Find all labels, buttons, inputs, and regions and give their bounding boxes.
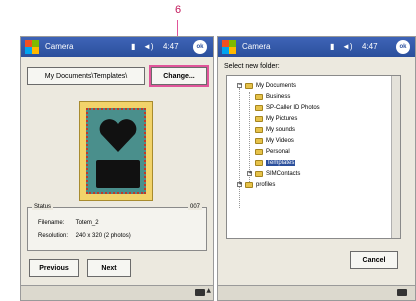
- tree-item-label: Personal: [266, 148, 290, 155]
- tree-item-simcontacts[interactable]: SIMContacts: [255, 169, 300, 178]
- resolution-label: Resolution:: [38, 233, 69, 239]
- signal-icon[interactable]: ▮: [131, 42, 135, 51]
- cancel-button[interactable]: Cancel: [350, 251, 398, 269]
- device-screen-left: Camera ▮ ◄) 4:47 ok My Documents\Templat…: [20, 36, 214, 301]
- tree-line: [239, 88, 240, 208]
- filename-label: Filename:: [38, 220, 65, 226]
- photo-slot: [96, 160, 140, 188]
- clock-icon[interactable]: 4:47: [362, 42, 378, 51]
- ok-button[interactable]: ok: [396, 40, 410, 54]
- status-legend: Status: [32, 204, 54, 210]
- next-button[interactable]: Next: [87, 259, 131, 277]
- windows-start-icon[interactable]: [25, 40, 39, 54]
- windows-start-icon[interactable]: [222, 40, 236, 54]
- signal-icon[interactable]: ▮: [330, 42, 334, 51]
- folder-icon: [245, 181, 253, 188]
- heart-shape-icon: [99, 119, 137, 152]
- volume-icon[interactable]: ◄): [342, 42, 353, 51]
- app-title: Camera: [45, 42, 74, 51]
- resolution-row: Resolution: 240 x 320 (2 photos): [38, 233, 131, 239]
- tree-item-business[interactable]: Business: [255, 92, 290, 101]
- tree-item-profiles[interactable]: profiles: [245, 180, 275, 189]
- folder-icon: [255, 159, 263, 166]
- title-bar: Camera ▮ ◄) 4:47 ok: [21, 37, 213, 57]
- folder-tree[interactable]: − My Documents Business SP-Caller ID Pho…: [226, 75, 401, 239]
- tree-item-label: My Documents: [256, 82, 297, 89]
- tree-item-my-sounds[interactable]: My sounds: [255, 125, 295, 134]
- keyboard-icon[interactable]: [397, 289, 407, 296]
- tree-scrollbar[interactable]: [391, 76, 400, 238]
- callout-number: 6: [174, 4, 182, 16]
- folder-icon: [245, 82, 253, 89]
- tree-item-templates[interactable]: Templates: [255, 158, 296, 167]
- collapse-icon[interactable]: −: [237, 83, 242, 88]
- select-folder-prompt: Select new folder:: [224, 63, 280, 70]
- tree-item-my-videos[interactable]: My Videos: [255, 136, 294, 145]
- title-bar: Camera ▮ ◄) 4:47 ok: [218, 37, 415, 57]
- ok-button[interactable]: ok: [193, 40, 207, 54]
- app-title: Camera: [242, 42, 271, 51]
- filename-row: Filename: Totem_2: [38, 220, 99, 226]
- folder-icon: [255, 148, 263, 155]
- tree-item-caller-id-photos[interactable]: SP-Caller ID Photos: [255, 103, 320, 112]
- tree-item-label-selected: Templates: [266, 159, 296, 166]
- tree-item-label: SIMContacts: [266, 170, 301, 177]
- menu-bar: ▲: [21, 285, 213, 300]
- clock-icon[interactable]: 4:47: [163, 42, 179, 51]
- folder-icon: [255, 170, 263, 177]
- tree-item-label: profiles: [256, 181, 276, 188]
- expand-icon[interactable]: +: [247, 171, 252, 176]
- status-count: 007: [187, 204, 202, 210]
- status-panel: Status 007 Filename: Totem_2 Resolution:…: [27, 204, 207, 251]
- filename-value: Totem_2: [75, 220, 99, 226]
- folder-icon: [255, 126, 263, 133]
- tree-item-label: SP-Caller ID Photos: [266, 104, 320, 111]
- tree-item-label: Business: [266, 93, 291, 100]
- template-preview: [79, 101, 153, 201]
- device-screen-right: Camera ▮ ◄) 4:47 ok Select new folder: −…: [217, 36, 416, 301]
- tree-item-my-pictures[interactable]: My Pictures: [255, 114, 297, 123]
- tree-item-label: My sounds: [266, 126, 296, 133]
- change-button[interactable]: Change...: [149, 65, 209, 87]
- tree-item-label: My Videos: [266, 137, 294, 144]
- tree-item-my-documents[interactable]: My Documents: [245, 81, 296, 90]
- previous-button[interactable]: Previous: [29, 259, 79, 277]
- menu-bar: [218, 285, 415, 300]
- keyboard-icon[interactable]: [195, 289, 205, 296]
- tree-item-personal[interactable]: Personal: [255, 147, 290, 156]
- expand-icon[interactable]: +: [237, 182, 242, 187]
- volume-icon[interactable]: ◄): [143, 42, 154, 51]
- folder-icon: [255, 104, 263, 111]
- folder-icon: [255, 115, 263, 122]
- tree-item-label: My Pictures: [266, 115, 298, 122]
- folder-icon: [255, 137, 263, 144]
- resolution-value: 240 x 320 (2 photos): [75, 233, 131, 239]
- template-frame-border: [86, 108, 146, 194]
- folder-icon: [255, 93, 263, 100]
- template-folder-button[interactable]: My Documents\Templates\: [27, 67, 145, 85]
- input-menu-arrow-icon[interactable]: ▲: [206, 287, 211, 294]
